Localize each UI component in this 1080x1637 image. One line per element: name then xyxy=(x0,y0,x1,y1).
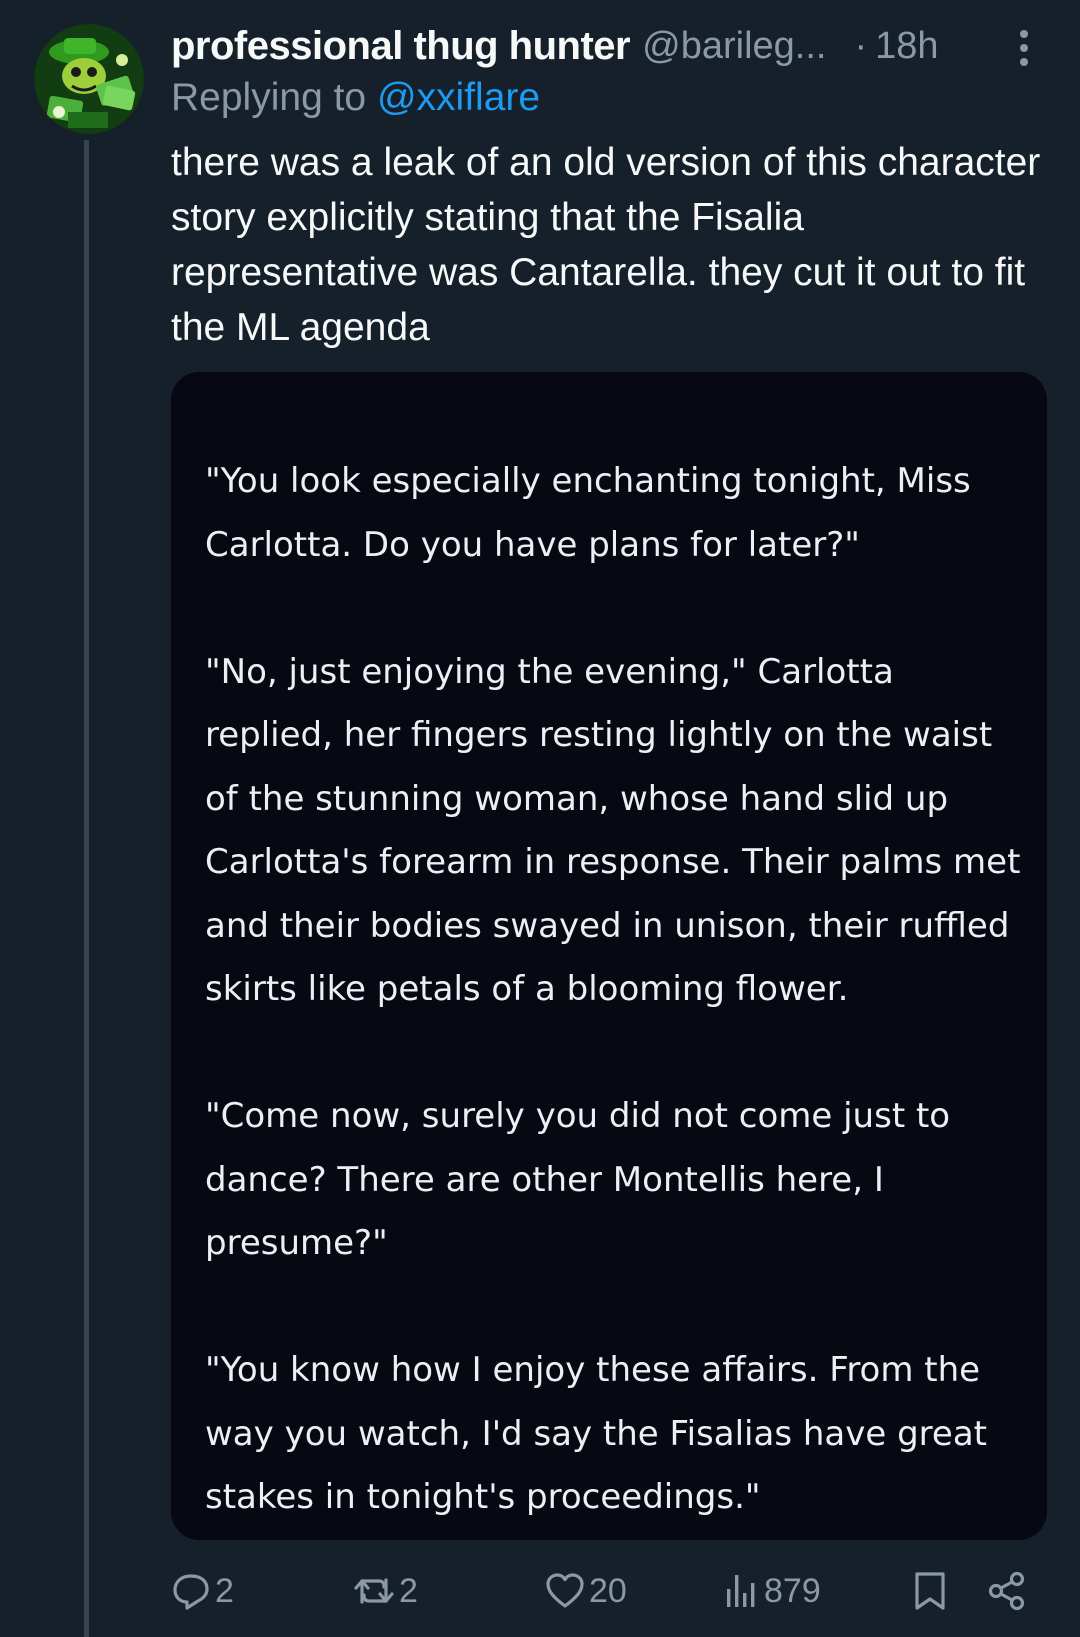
share-icon xyxy=(988,1571,1025,1611)
attached-image[interactable]: "You look especially enchanting tonight,… xyxy=(171,372,1047,1540)
image-paragraph: "You look especially enchanting tonight,… xyxy=(205,461,971,565)
views-icon xyxy=(727,1575,755,1607)
action-bar: 2 2 20 879 xyxy=(171,1563,1080,1619)
thread-connector-line xyxy=(84,140,89,1637)
bookmark-button[interactable] xyxy=(912,1563,948,1619)
image-paragraph: "You know how I enjoy these affairs. Fro… xyxy=(205,1350,987,1517)
avatar-image xyxy=(34,24,144,134)
share-button[interactable] xyxy=(987,1563,1027,1619)
image-paragraph: "Come now, surely you did not come just … xyxy=(205,1096,951,1263)
repost-icon xyxy=(354,1578,394,1604)
views-button[interactable]: 879 xyxy=(724,1563,821,1619)
tweet-header: professional thug hunter @barileg... · 1… xyxy=(171,18,1060,74)
repost-button[interactable]: 2 xyxy=(353,1563,418,1619)
timestamp[interactable]: 18h xyxy=(875,25,938,68)
reply-count: 2 xyxy=(215,1571,234,1610)
reply-icon xyxy=(173,1574,209,1610)
tweet-text: there was a leak of an old version of th… xyxy=(171,141,1041,349)
repost-count: 2 xyxy=(399,1571,418,1610)
display-name[interactable]: professional thug hunter xyxy=(171,24,631,69)
views-count: 879 xyxy=(764,1571,821,1610)
reply-button[interactable]: 2 xyxy=(171,1563,234,1619)
user-handle[interactable]: @barileg... xyxy=(642,25,826,68)
image-paragraph: "No, just enjoying the evening," Carlott… xyxy=(205,651,1021,1010)
avatar[interactable] xyxy=(34,24,144,134)
replying-to-label: Replying to xyxy=(171,76,367,119)
heart-icon xyxy=(546,1573,584,1608)
like-count: 20 xyxy=(589,1571,627,1610)
attached-image-text: "You look especially enchanting tonight,… xyxy=(205,450,1025,1530)
replying-to: Replying to @xxiflare xyxy=(171,76,540,120)
reply-mention-link[interactable]: @xxiflare xyxy=(377,76,540,119)
more-vertical-icon[interactable] xyxy=(1014,28,1034,68)
like-button[interactable]: 20 xyxy=(545,1563,627,1619)
separator-dot: · xyxy=(854,24,868,67)
bookmark-icon xyxy=(915,1572,945,1610)
